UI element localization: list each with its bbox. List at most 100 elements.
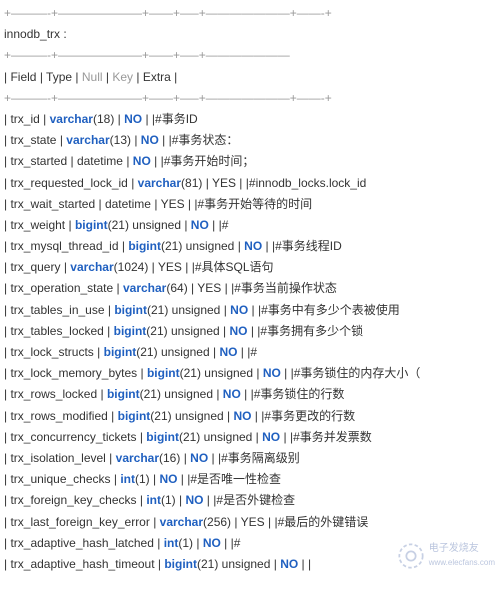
- field-null: NO: [244, 239, 262, 253]
- field-type: bigint(21) unsigned: [75, 218, 181, 232]
- field-null: YES: [212, 176, 236, 190]
- watermark: 电子发烧友 www.elecfans.com: [397, 541, 495, 570]
- field-type: datetime: [105, 197, 151, 211]
- field-null: NO: [233, 409, 251, 423]
- field-name: trx_last_foreign_key_error: [10, 515, 149, 529]
- field-null: NO: [185, 493, 203, 507]
- field-type: bigint(21) unsigned: [104, 345, 210, 359]
- table-row: | trx_lock_memory_bytes | bigint(21) uns…: [4, 364, 497, 383]
- field-comment: #事务开始等待的时间: [198, 197, 313, 211]
- table-row: | trx_weight | bigint(21) unsigned | NO …: [4, 216, 497, 235]
- field-comment: #事务当前操作状态: [234, 281, 337, 295]
- divider-3: +———-+———————+——+—–+———————+——-+: [4, 89, 497, 108]
- field-type: bigint(21) unsigned: [147, 366, 253, 380]
- table-row: | trx_lock_structs | bigint(21) unsigned…: [4, 343, 497, 362]
- field-type: varchar(1024): [70, 260, 148, 274]
- field-name: trx_lock_structs: [10, 345, 93, 359]
- field-type: varchar(256): [160, 515, 231, 529]
- table-row: | trx_tables_in_use | bigint(21) unsigne…: [4, 301, 497, 320]
- field-comment: #最后的外键错误: [278, 515, 369, 529]
- field-type: varchar(13): [66, 133, 131, 147]
- field-type: int(1): [120, 472, 149, 486]
- table-row: | trx_id | varchar(18) | NO | |#事务ID: [4, 110, 497, 129]
- field-comment: #: [222, 218, 229, 232]
- field-name: trx_rows_modified: [10, 409, 107, 423]
- field-type: bigint(21) unsigned: [164, 557, 270, 571]
- field-type: varchar(64): [123, 281, 188, 295]
- field-name: trx_unique_checks: [10, 472, 110, 486]
- field-null: YES: [241, 515, 265, 529]
- field-null: NO: [191, 218, 209, 232]
- field-type: datetime: [77, 154, 123, 168]
- table-row: | trx_operation_state | varchar(64) | YE…: [4, 279, 497, 298]
- field-type: int(1): [164, 536, 193, 550]
- field-type: bigint(21) unsigned: [146, 430, 252, 444]
- field-comment: #事务隔离级别: [221, 451, 300, 465]
- field-type: varchar(18): [50, 112, 115, 126]
- field-name: trx_adaptive_hash_timeout: [10, 557, 154, 571]
- field-comment: #: [234, 536, 241, 550]
- watermark-text: 电子发烧友: [429, 541, 495, 557]
- field-type: varchar(16): [116, 451, 181, 465]
- field-comment: #事务拥有多少个锁: [260, 324, 363, 338]
- table-row: | trx_mysql_thread_id | bigint(21) unsig…: [4, 237, 497, 256]
- header-field: Field: [10, 70, 36, 84]
- field-null: NO: [133, 154, 151, 168]
- field-null: NO: [190, 451, 208, 465]
- field-type: int(1): [146, 493, 175, 507]
- field-null: YES: [161, 197, 185, 211]
- field-comment: #事务状态：: [172, 133, 239, 147]
- field-null: NO: [203, 536, 221, 550]
- field-comment: #事务线程ID: [275, 239, 342, 253]
- table-row: | trx_concurrency_tickets | bigint(21) u…: [4, 428, 497, 447]
- field-comment: #具体SQL语句: [195, 260, 274, 274]
- divider-2: +———-+———————+——+—–+———————: [4, 46, 497, 65]
- field-null: NO: [262, 430, 280, 444]
- header-key: Key: [112, 70, 133, 84]
- field-comment: #: [250, 345, 257, 359]
- header-row: | Field | Type | Null | Key | Extra |: [4, 68, 497, 87]
- field-name: trx_adaptive_hash_latched: [10, 536, 153, 550]
- table-row: | trx_started | datetime | NO | |#事务开始时间…: [4, 152, 497, 171]
- field-comment: #事务中有多少个表被使用: [261, 303, 400, 317]
- table-row: | trx_query | varchar(1024) | YES | |#具体…: [4, 258, 497, 277]
- field-comment: #事务开始时间；: [164, 154, 255, 168]
- field-comment: #innodb_locks.lock_id: [249, 176, 366, 190]
- field-type: bigint(21) unsigned: [128, 239, 234, 253]
- table-row: | trx_rows_locked | bigint(21) unsigned …: [4, 385, 497, 404]
- logo-icon: [397, 542, 425, 570]
- watermark-sub: www.elecfans.com: [429, 557, 495, 570]
- table-row: | trx_rows_modified | bigint(21) unsigne…: [4, 407, 497, 426]
- field-name: trx_concurrency_tickets: [10, 430, 136, 444]
- field-type: bigint(21) unsigned: [114, 303, 220, 317]
- field-comment: #事务更改的行数: [264, 409, 355, 423]
- field-null: NO: [219, 345, 237, 359]
- field-type: bigint(21) unsigned: [118, 409, 224, 423]
- header-type: Type: [46, 70, 72, 84]
- field-name: trx_tables_in_use: [10, 303, 104, 317]
- field-null: NO: [124, 112, 142, 126]
- header-extra: Extra: [143, 70, 171, 84]
- field-comment: #是否外键检查: [216, 493, 295, 507]
- table-row: | trx_state | varchar(13) | NO | |#事务状态：: [4, 131, 497, 150]
- field-name: trx_lock_memory_bytes: [10, 366, 137, 380]
- field-null: NO: [159, 472, 177, 486]
- field-name: trx_mysql_thread_id: [10, 239, 118, 253]
- field-null: NO: [223, 387, 241, 401]
- field-null: YES: [197, 281, 221, 295]
- field-name: trx_operation_state: [10, 281, 113, 295]
- table-row: | trx_unique_checks | int(1) | NO | |#是否…: [4, 470, 497, 489]
- field-type: bigint(21) unsigned: [114, 324, 220, 338]
- table-row: | trx_foreign_key_checks | int(1) | NO |…: [4, 491, 497, 510]
- table-row: | trx_wait_started | datetime | YES | |#…: [4, 195, 497, 214]
- table-name: innodb_trx :: [4, 25, 497, 44]
- field-name: trx_started: [10, 154, 67, 168]
- field-comment: #事务ID: [155, 112, 198, 126]
- field-comment: #事务锁住的行数: [254, 387, 345, 401]
- table-row: | trx_tables_locked | bigint(21) unsigne…: [4, 322, 497, 341]
- field-name: trx_isolation_level: [10, 451, 105, 465]
- field-name: trx_state: [10, 133, 56, 147]
- field-type: varchar(81): [138, 176, 203, 190]
- field-name: trx_wait_started: [10, 197, 95, 211]
- field-name: trx_rows_locked: [10, 387, 97, 401]
